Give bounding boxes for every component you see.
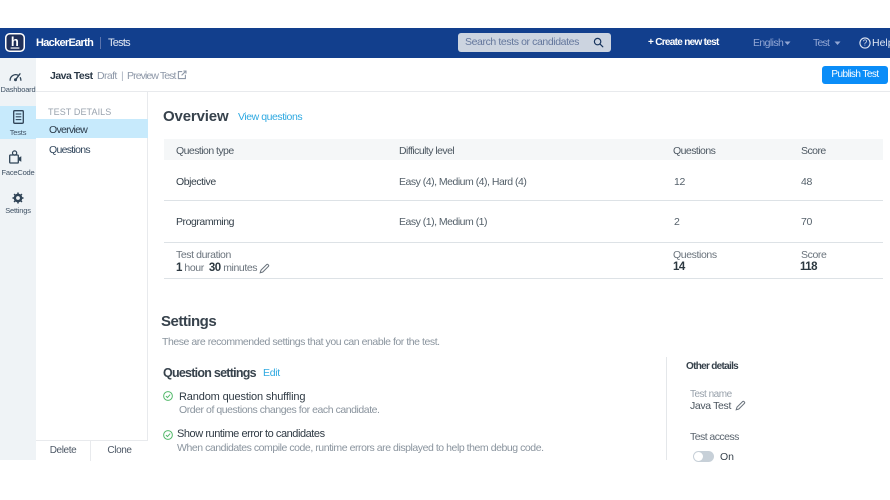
svg-text:?: ? [863,39,868,48]
svg-text:h: h [11,34,19,49]
